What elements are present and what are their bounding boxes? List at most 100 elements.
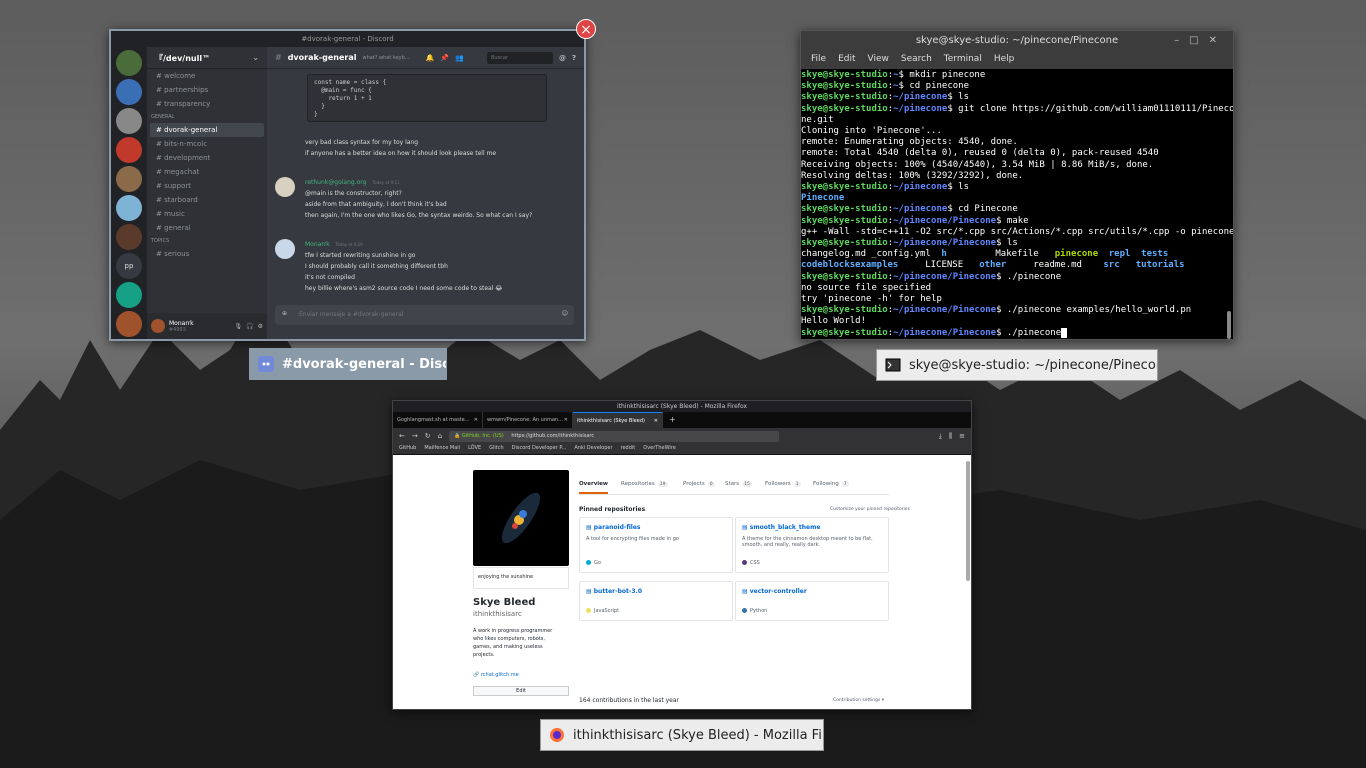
repo-name[interactable]: ▤ smooth_black_theme — [742, 524, 882, 531]
members-icon[interactable]: 👥 — [455, 54, 464, 62]
home-icon[interactable]: ⌂ — [438, 432, 442, 440]
terminal-scrollbar[interactable] — [1227, 311, 1231, 339]
bookmark-item[interactable]: Anki Developer — [574, 445, 612, 453]
tab-following[interactable]: Following 7 — [813, 481, 849, 487]
new-tab-icon[interactable]: + — [663, 412, 682, 428]
category-general[interactable]: GENERAL — [147, 111, 267, 123]
menu-item[interactable]: File — [811, 54, 826, 66]
contribution-settings[interactable]: Contribution settings ▾ — [833, 698, 884, 703]
reload-icon[interactable]: ↻ — [425, 432, 431, 440]
bookmark-item[interactable]: reddit — [621, 445, 636, 453]
pinned-repo[interactable]: ▤ vector-controller Python — [735, 581, 889, 621]
tab-stars[interactable]: Stars 15 — [725, 481, 752, 487]
close-icon[interactable]: ✕ — [564, 417, 568, 423]
menu-icon[interactable]: ≡ — [959, 432, 965, 440]
microphone-icon[interactable]: 🎙 — [235, 323, 243, 330]
close-icon[interactable]: ✕ — [474, 417, 478, 423]
guild-icon[interactable] — [116, 50, 142, 76]
help-icon[interactable]: ? — [572, 54, 576, 62]
guild-icon[interactable] — [116, 79, 142, 105]
guild-icon[interactable] — [116, 224, 142, 250]
discord-window[interactable]: #dvorak-general - Discord pp 『/dev/null™… — [109, 29, 586, 341]
browser-tab[interactable]: Goghlangmast.sh at maste... ✕ — [393, 412, 483, 428]
pinned-repo[interactable]: ▤ smooth_black_theme A theme for the cinn… — [735, 517, 889, 573]
library-icon[interactable]: ⫼ — [949, 432, 952, 441]
page-scrollbar[interactable] — [966, 461, 970, 581]
search-input[interactable]: Buscar — [486, 51, 553, 64]
forward-icon[interactable]: → — [412, 432, 418, 440]
close-icon[interactable]: ✕ — [1209, 35, 1227, 46]
terminal-output[interactable]: skye@skye-studio:~$ mkdir pinecone skye@s… — [801, 69, 1233, 339]
browser-tab[interactable]: wmwm/Pinecone: An unman... ✕ — [483, 412, 573, 428]
avatar[interactable] — [275, 177, 295, 197]
menu-item[interactable]: Terminal — [944, 54, 982, 66]
add-attachment-icon[interactable]: ⊕ — [282, 310, 287, 317]
tab-followers[interactable]: Followers 1 — [765, 481, 801, 487]
channel-item[interactable]: # welcome — [150, 69, 264, 83]
guild-icon[interactable] — [116, 108, 142, 134]
bookmark-item[interactable]: GitHub — [399, 445, 416, 453]
server-name[interactable]: 『/dev/null™ ⌄ — [147, 47, 267, 69]
maximize-icon[interactable]: □ — [1189, 35, 1208, 46]
message-author[interactable]: Monarrk — [305, 241, 330, 248]
tab-repositories[interactable]: Repositories 19 — [621, 481, 668, 487]
channel-item[interactable]: # partnerships — [150, 83, 264, 97]
terminal-window[interactable]: skye@skye-studio: ~/pinecone/Pinecone –□… — [800, 30, 1234, 340]
firefox-titlebar[interactable]: ithinkthisisarc (Skye Bleed) - Mozilla F… — [393, 401, 971, 412]
profile-link[interactable]: 🔗 rchat.glitch.me — [473, 672, 519, 678]
firefox-window[interactable]: ithinkthisisarc (Skye Bleed) - Mozilla F… — [392, 400, 972, 710]
guild-icon[interactable] — [116, 282, 142, 308]
guild-icon[interactable] — [116, 166, 142, 192]
message-author[interactable]: rethunk@golang.org — [305, 179, 366, 186]
bell-icon[interactable]: 🔔 — [426, 54, 435, 62]
window-label-firefox[interactable]: ithinkthisisarc (Skye Bleed) - Mozilla F… — [540, 719, 824, 751]
channel-item[interactable]: # music — [150, 207, 264, 221]
headphones-icon[interactable]: 🎧 — [246, 323, 253, 330]
message-input[interactable]: ⊕ Enviar mensaje a #dvorak-general ☺ — [275, 305, 574, 325]
customize-pins-link[interactable]: Customize your pinned repositories — [830, 507, 910, 512]
discord-titlebar[interactable]: #dvorak-general - Discord — [111, 31, 584, 47]
bookmark-item[interactable]: OverTheWire — [643, 445, 676, 453]
avatar[interactable] — [275, 239, 295, 259]
avatar[interactable] — [151, 319, 165, 333]
channel-item[interactable]: # starboard — [150, 193, 264, 207]
emoji-icon[interactable]: ☺ — [562, 310, 568, 317]
gear-icon[interactable]: ⚙ — [258, 323, 263, 330]
channel-item[interactable]: # development — [150, 151, 264, 165]
url-bar[interactable]: 🔒 GitHub, Inc. (US) https://github.com/i… — [449, 430, 780, 442]
channel-item[interactable]: # general — [150, 221, 264, 235]
window-label-discord[interactable]: #dvorak-general - Disc... — [249, 348, 447, 380]
back-icon[interactable]: ← — [399, 432, 405, 440]
close-icon[interactable]: ✕ — [654, 418, 658, 424]
repo-name[interactable]: ▤ butter-bot-3.0 — [586, 588, 726, 595]
guild-icon[interactable] — [116, 137, 142, 163]
pinned-repo[interactable]: ▤ paranoid-files A tool for encrypting fi… — [579, 517, 733, 573]
channel-item[interactable]: # support — [150, 179, 264, 193]
terminal-titlebar[interactable]: skye@skye-studio: ~/pinecone/Pinecone –□… — [801, 31, 1233, 51]
menu-item[interactable]: Edit — [838, 54, 855, 66]
tab-projects[interactable]: Projects 0 — [683, 481, 715, 487]
download-icon[interactable]: ⤓ — [939, 432, 942, 441]
pin-icon[interactable]: 📌 — [440, 54, 449, 62]
mention-icon[interactable]: @ — [559, 54, 566, 62]
bookmark-item[interactable]: LÖVE — [468, 445, 481, 453]
avatar[interactable] — [473, 470, 569, 566]
channel-item[interactable]: # bits-n-mcolc — [150, 137, 264, 151]
window-label-terminal[interactable]: skye@skye-studio: ~/pinecone/Pinecone — [876, 349, 1158, 381]
menu-item[interactable]: Help — [994, 54, 1015, 66]
minimize-icon[interactable]: – — [1174, 35, 1189, 46]
guild-icon-pp[interactable]: pp — [116, 253, 142, 279]
chevron-down-icon[interactable]: ⌄ — [252, 53, 259, 62]
close-window-button[interactable]: × — [576, 19, 596, 39]
guild-icon[interactable] — [116, 195, 142, 221]
menu-item[interactable]: View — [868, 54, 889, 66]
bookmark-item[interactable]: Discord Developer P... — [512, 445, 567, 453]
status-badge[interactable]: enjoying the sunshine — [473, 567, 569, 589]
guild-icon[interactable] — [116, 311, 142, 337]
repo-name[interactable]: ▤ paranoid-files — [586, 524, 726, 531]
browser-tab[interactable]: ithinkthisisarc (Skye Bleed) ✕ — [573, 412, 663, 428]
tab-overview[interactable]: Overview — [579, 481, 608, 494]
channel-item[interactable]: # dvorak-general — [150, 123, 264, 137]
category-topics[interactable]: TOPICS — [147, 235, 267, 247]
channel-item[interactable]: # megachat — [150, 165, 264, 179]
